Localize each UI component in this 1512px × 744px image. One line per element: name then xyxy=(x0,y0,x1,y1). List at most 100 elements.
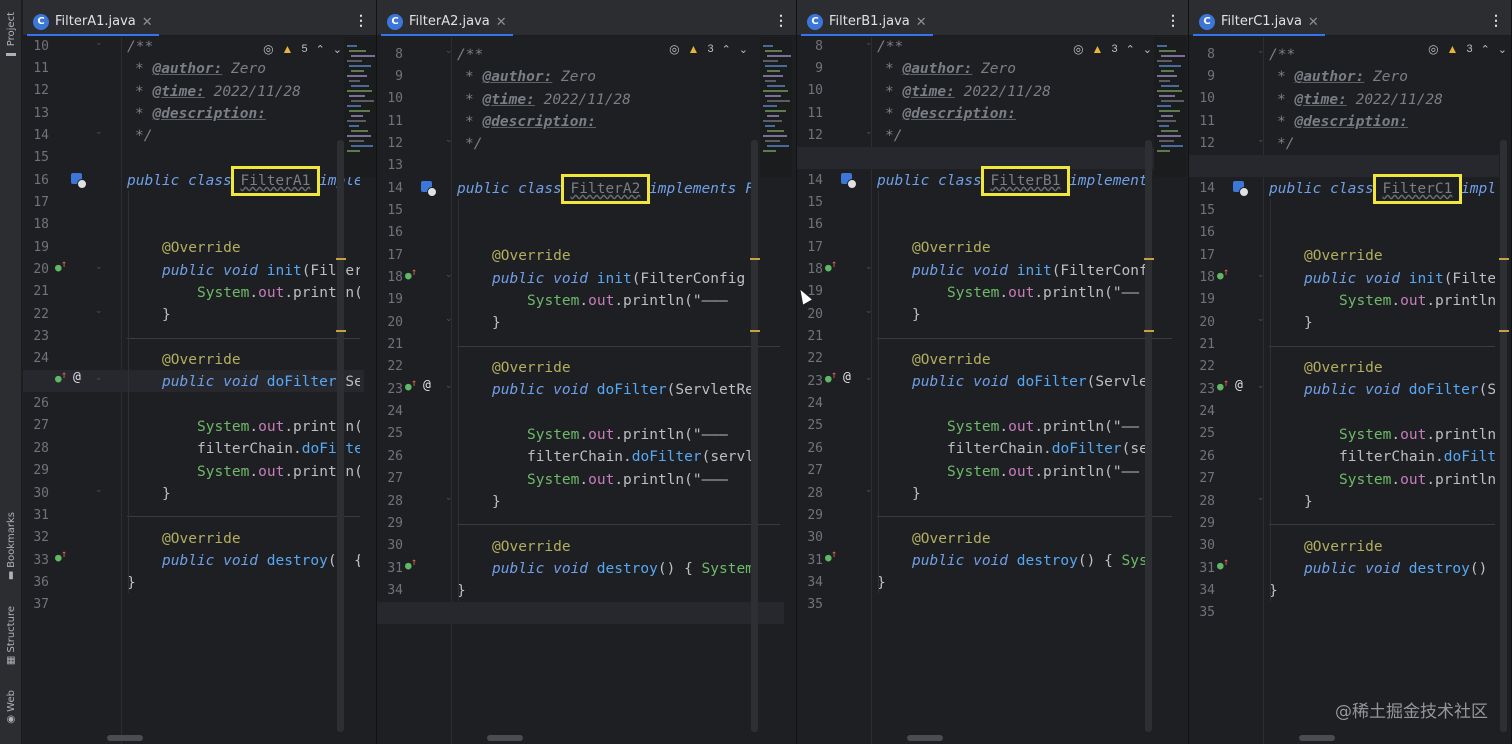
line-number: 10 xyxy=(807,83,823,99)
horizontal-scrollbar[interactable] xyxy=(907,735,943,741)
project-tool-button[interactable]: Project ▬ xyxy=(2,12,20,59)
previous-highlight-icon[interactable]: ⌃ xyxy=(722,43,731,56)
fold-marker-icon[interactable]: ⌄ xyxy=(865,262,873,272)
code-line: @Override xyxy=(912,349,991,371)
line-number: 11 xyxy=(33,60,49,76)
fold-marker-icon[interactable]: ⌄ xyxy=(445,270,453,280)
fold-marker-icon[interactable]: ⌄ xyxy=(445,381,453,391)
minimap[interactable] xyxy=(1154,37,1186,177)
editor-tab[interactable]: C FilterA1.java ✕ xyxy=(27,9,159,36)
bookmarks-tool-button[interactable]: Bookmarks ▮ xyxy=(2,512,20,581)
inspection-widget[interactable]: ◎ ▲ 5 ⌃ ⌄ xyxy=(263,42,342,56)
doc-comment-end: */ xyxy=(885,128,903,145)
fold-marker-icon[interactable]: ⌄ xyxy=(865,485,873,495)
fold-marker-icon[interactable]: ⌄ xyxy=(1257,46,1265,56)
next-highlight-icon[interactable]: ⌄ xyxy=(1498,43,1507,56)
next-highlight-icon[interactable]: ⌄ xyxy=(739,43,748,56)
fold-marker-icon[interactable]: ⌄ xyxy=(95,127,103,137)
fold-marker-icon[interactable]: ⌄ xyxy=(95,262,103,272)
more-options-icon[interactable]: ⋮ xyxy=(1166,12,1180,29)
code-area[interactable]: /** * @author: Zero * @time: 2022/11/28 * @… xyxy=(1269,37,1495,744)
code-area[interactable]: /** * @author: Zero * @time: 2022/11/28 * @… xyxy=(457,37,780,744)
previous-highlight-icon[interactable]: ⌃ xyxy=(1481,43,1490,56)
time-tag: @time: xyxy=(902,83,955,100)
code-line: */ xyxy=(465,133,482,155)
fold-marker-icon[interactable]: ⌄ xyxy=(445,135,453,145)
fold-marker-icon[interactable]: ⌄ xyxy=(95,373,103,383)
horizontal-scrollbar[interactable] xyxy=(107,735,143,741)
code-area[interactable]: /** * @author: Zero * @time: 2022/11/28 * @… xyxy=(877,37,1172,744)
editor-tab[interactable]: C FilterA2.java ✕ xyxy=(381,9,513,36)
dot: . xyxy=(999,284,1009,301)
vertical-scrollbar[interactable] xyxy=(751,140,758,732)
line-number: 19 xyxy=(387,292,403,308)
close-icon[interactable]: ✕ xyxy=(142,14,153,30)
hide-eye-icon[interactable]: ◎ xyxy=(1428,42,1438,56)
web-tool-button[interactable]: Web ◉ xyxy=(2,690,20,725)
fold-marker-icon[interactable]: ⌄ xyxy=(865,127,873,137)
vertical-scrollbar[interactable] xyxy=(1500,140,1507,732)
fold-marker-icon[interactable]: ⌄ xyxy=(445,314,453,324)
code-line: System.out.println("—— xyxy=(947,282,1139,304)
minimap[interactable] xyxy=(760,37,792,177)
fold-marker-icon[interactable]: ⌄ xyxy=(445,493,453,503)
hide-eye-icon[interactable]: ◎ xyxy=(669,42,679,56)
inspection-widget[interactable]: ◎ ▲ 3 ⌃ ⌄ xyxy=(1073,42,1152,56)
annotation-at-icon[interactable]: @ xyxy=(423,378,431,393)
more-options-icon[interactable]: ⋮ xyxy=(354,12,368,29)
fold-marker-icon[interactable]: ⌄ xyxy=(1257,270,1265,280)
call-args: (se xyxy=(1121,441,1148,458)
fold-marker-icon[interactable]: ⌄ xyxy=(865,373,873,383)
horizontal-scrollbar[interactable] xyxy=(1299,735,1335,741)
fold-marker-icon[interactable]: ⌄ xyxy=(865,306,873,316)
editor-tab[interactable]: C FilterC1.java ✕ xyxy=(1193,9,1325,36)
line-number: 18 xyxy=(1199,270,1215,285)
more-options-icon[interactable]: ⋮ xyxy=(774,12,788,29)
fold-marker-icon[interactable]: ⌄ xyxy=(95,485,103,495)
minimap[interactable] xyxy=(344,37,376,177)
annotation-at-icon[interactable]: @ xyxy=(1235,378,1243,393)
previous-highlight-icon[interactable]: ⌃ xyxy=(316,43,325,56)
fold-marker-icon[interactable]: ⌄ xyxy=(865,38,873,48)
line-number: 35 xyxy=(807,597,823,613)
annotation-at-icon[interactable]: @ xyxy=(73,370,81,385)
annotation-at-icon[interactable]: @ xyxy=(843,370,851,385)
minimap-row xyxy=(765,140,780,142)
next-highlight-icon[interactable]: ⌄ xyxy=(333,43,342,56)
fold-marker-icon[interactable]: ⌄ xyxy=(1257,381,1265,391)
line-number: 13 xyxy=(387,158,403,174)
system-class: System xyxy=(197,284,250,301)
fold-marker-icon[interactable]: ⌄ xyxy=(95,38,103,48)
structure-tool-button[interactable]: Structure ▦ xyxy=(2,606,20,666)
line-number: 13 xyxy=(33,105,49,121)
vertical-scrollbar[interactable] xyxy=(337,140,344,732)
hide-eye-icon[interactable]: ◎ xyxy=(263,42,273,56)
code-line: * @time: 2022/11/28 xyxy=(1277,89,1443,111)
fold-marker-icon[interactable]: ⌄ xyxy=(445,46,453,56)
inspection-widget[interactable]: ◎ ▲ 3 ⌃ ⌄ xyxy=(1428,42,1507,56)
close-icon[interactable]: ✕ xyxy=(496,14,507,30)
override-arrow-icon: ↑ xyxy=(831,258,838,270)
vertical-scrollbar[interactable] xyxy=(1145,140,1152,732)
previous-highlight-icon[interactable]: ⌃ xyxy=(1126,43,1135,56)
fold-marker-icon[interactable]: ⌄ xyxy=(1257,135,1265,145)
close-icon[interactable]: ✕ xyxy=(1308,14,1319,30)
hide-eye-icon[interactable]: ◎ xyxy=(1073,42,1083,56)
fold-marker-icon[interactable]: ⌄ xyxy=(1257,493,1265,503)
fold-marker-icon[interactable]: ⌄ xyxy=(95,306,103,316)
line-number-row: 16 xyxy=(23,169,103,191)
inspection-widget[interactable]: ◎ ▲ 3 ⌃ ⌄ xyxy=(669,42,748,56)
horizontal-scrollbar[interactable] xyxy=(487,735,523,741)
line-number: 23 xyxy=(807,373,823,389)
next-highlight-icon[interactable]: ⌄ xyxy=(1143,43,1152,56)
code-area[interactable]: /** * @author: Zero * @time: 2022/11/28 * @… xyxy=(127,37,360,744)
class-keyword: public class xyxy=(1269,181,1383,198)
minimap-row xyxy=(347,120,366,122)
code-line: public void destroy() { System xyxy=(492,558,754,580)
minimap-row xyxy=(763,75,783,77)
fold-marker-icon[interactable]: ⌄ xyxy=(1257,314,1265,324)
editor-tab[interactable]: C FilterB1.java ✕ xyxy=(801,9,933,36)
more-options-icon[interactable]: ⋮ xyxy=(1489,12,1503,29)
close-icon[interactable]: ✕ xyxy=(916,14,927,30)
override-arrow-icon: ↑ xyxy=(411,557,418,569)
